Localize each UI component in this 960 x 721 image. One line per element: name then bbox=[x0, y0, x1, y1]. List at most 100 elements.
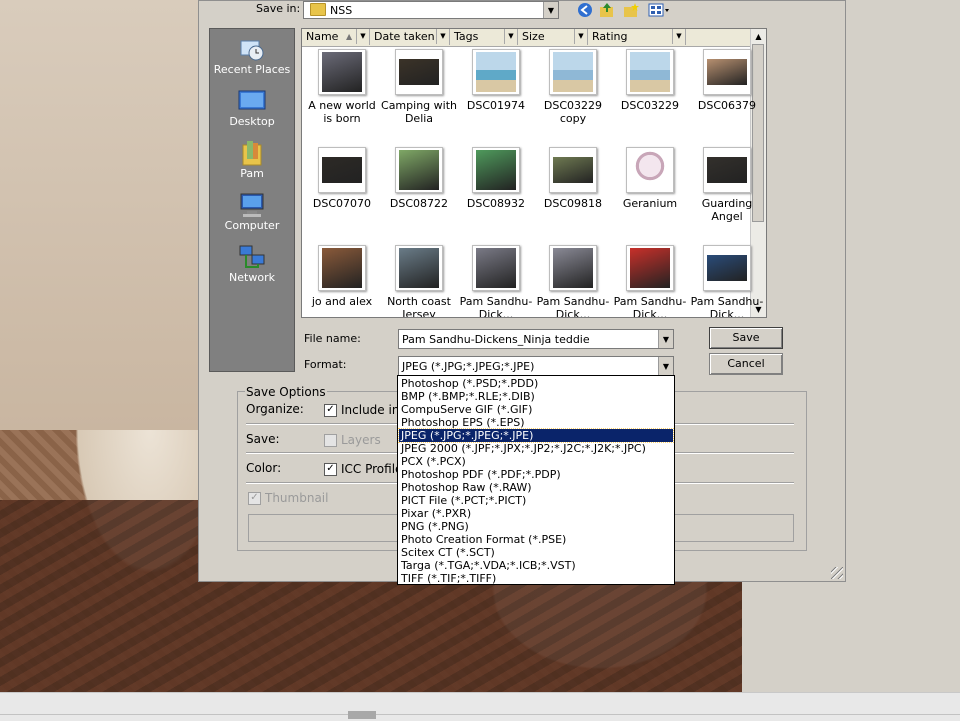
image-thumbnail bbox=[318, 147, 366, 193]
file-item[interactable]: Pam Sandhu-Dick... bbox=[458, 245, 534, 317]
format-option[interactable]: Pixar (*.PXR) bbox=[399, 507, 673, 520]
format-option[interactable]: CompuServe GIF (*.GIF) bbox=[399, 403, 673, 416]
format-value: JPEG (*.JPG;*.JPEG;*.JPE) bbox=[402, 360, 535, 373]
chevron-down-icon[interactable]: ▼ bbox=[356, 29, 369, 44]
column-tags[interactable]: Tags ▼ bbox=[450, 29, 518, 45]
file-item[interactable]: A new world is born bbox=[304, 49, 380, 125]
column-size[interactable]: Size ▼ bbox=[518, 29, 588, 45]
file-item[interactable]: DSC06379 bbox=[689, 49, 765, 112]
format-option[interactable]: PNG (*.PNG) bbox=[399, 520, 673, 533]
view-menu-icon[interactable] bbox=[647, 2, 671, 18]
file-item[interactable]: jo and alex bbox=[304, 245, 380, 308]
file-item[interactable]: DSC01974 bbox=[458, 49, 534, 112]
format-option[interactable]: Photo Creation Format (*.PSE) bbox=[399, 533, 673, 546]
image-thumbnail bbox=[549, 245, 597, 291]
file-item[interactable]: Geranium bbox=[612, 147, 688, 210]
image-thumbnail bbox=[626, 245, 674, 291]
layers-label: Layers bbox=[341, 433, 381, 447]
place-computer[interactable]: Computer bbox=[210, 191, 294, 232]
column-name[interactable]: Name ▲ ▼ bbox=[302, 29, 370, 45]
format-option[interactable]: PICT File (*.PCT;*.PICT) bbox=[399, 494, 673, 507]
file-item[interactable]: Pam Sandhu-Dick... bbox=[535, 245, 611, 317]
image-thumbnail bbox=[472, 245, 520, 291]
panel-collapse-handle[interactable] bbox=[348, 711, 376, 719]
file-name-text: DSC07070 bbox=[312, 197, 372, 210]
file-item[interactable]: DSC03229 copy bbox=[535, 49, 611, 125]
format-option[interactable]: Scitex CT (*.SCT) bbox=[399, 546, 673, 559]
format-option[interactable]: BMP (*.BMP;*.RLE;*.DIB) bbox=[399, 390, 673, 403]
chevron-down-icon[interactable]: ▼ bbox=[672, 29, 685, 44]
recent-places-icon bbox=[238, 35, 266, 63]
file-name-text: jo and alex bbox=[311, 295, 373, 308]
format-dropdown-list[interactable]: Photoshop (*.PSD;*.PDD) BMP (*.BMP;*.RLE;… bbox=[397, 375, 675, 585]
save-label: Save: bbox=[246, 432, 280, 446]
place-label: Pam bbox=[240, 167, 264, 180]
file-item[interactable]: North coast Jersey bbox=[381, 245, 457, 317]
image-thumbnail bbox=[703, 147, 751, 193]
format-option[interactable]: Photoshop (*.PSD;*.PDD) bbox=[399, 377, 673, 390]
file-item[interactable]: DSC07070 bbox=[304, 147, 380, 210]
file-item[interactable]: DSC03229 bbox=[612, 49, 688, 112]
back-icon[interactable] bbox=[577, 2, 593, 18]
cancel-button[interactable]: Cancel bbox=[709, 353, 783, 375]
image-thumbnail bbox=[472, 49, 520, 95]
image-thumbnail bbox=[626, 147, 674, 193]
file-item[interactable]: Guarding Angel bbox=[689, 147, 765, 223]
format-option[interactable]: Photoshop PDF (*.PDF;*.PDP) bbox=[399, 468, 673, 481]
format-label: Format: bbox=[304, 358, 347, 371]
thumbnail-checkbox[interactable]: ✓ bbox=[248, 492, 261, 505]
column-date-taken[interactable]: Date taken ▼ bbox=[370, 29, 450, 45]
file-item[interactable]: Pam Sandhu-Dick... bbox=[612, 245, 688, 317]
include-in-checkbox[interactable]: ✓ bbox=[324, 404, 337, 417]
image-thumbnail bbox=[703, 245, 751, 291]
format-option[interactable]: Photoshop Raw (*.RAW) bbox=[399, 481, 673, 494]
include-in-label: Include in bbox=[341, 403, 400, 417]
layers-checkbox[interactable] bbox=[324, 434, 337, 447]
chevron-down-icon[interactable]: ▼ bbox=[504, 29, 517, 44]
place-pam[interactable]: Pam bbox=[210, 139, 294, 180]
place-label: Recent Places bbox=[213, 63, 291, 76]
file-name-text: DSC09818 bbox=[543, 197, 603, 210]
bottom-panel-bar bbox=[0, 692, 960, 721]
format-option[interactable]: PCX (*.PCX) bbox=[399, 455, 673, 468]
place-recent-places[interactable]: Recent Places bbox=[210, 35, 294, 76]
new-folder-icon[interactable] bbox=[623, 2, 639, 18]
folder-icon bbox=[310, 3, 326, 16]
format-combo[interactable]: JPEG (*.JPG;*.JPEG;*.JPE) ▼ bbox=[398, 356, 674, 376]
up-folder-icon[interactable] bbox=[599, 2, 615, 18]
file-item[interactable]: Camping with Delia bbox=[381, 49, 457, 125]
format-option[interactable]: Targa (*.TGA;*.VDA;*.ICB;*.VST) bbox=[399, 559, 673, 572]
icc-profile-checkbox[interactable]: ✓ bbox=[324, 463, 337, 476]
file-item[interactable]: DSC08722 bbox=[381, 147, 457, 210]
file-name-combo[interactable]: Pam Sandhu-Dickens_Ninja teddie ▼ bbox=[398, 329, 674, 349]
chevron-down-icon[interactable]: ▼ bbox=[574, 29, 587, 44]
resize-grip-icon[interactable] bbox=[831, 567, 843, 579]
place-network[interactable]: Network bbox=[210, 243, 294, 284]
file-item[interactable]: DSC09818 bbox=[535, 147, 611, 210]
color-label: Color: bbox=[246, 461, 282, 475]
file-list-view[interactable]: Name ▲ ▼ Date taken ▼ Tags ▼ Size ▼ Rating ▼ ▲… bbox=[301, 28, 767, 318]
format-option[interactable]: JPEG 2000 (*.JPF;*.JPX;*.JP2;*.J2C;*.J2K… bbox=[399, 442, 673, 455]
image-thumbnail bbox=[472, 147, 520, 193]
chevron-down-icon[interactable]: ▼ bbox=[543, 2, 558, 18]
image-thumbnail bbox=[549, 49, 597, 95]
chevron-down-icon[interactable]: ▼ bbox=[658, 357, 673, 375]
scroll-up-icon[interactable]: ▲ bbox=[751, 29, 766, 44]
format-option[interactable]: TIFF (*.TIF;*.TIFF) bbox=[399, 572, 673, 585]
organize-label: Organize: bbox=[246, 402, 304, 416]
save-in-combo[interactable]: NSS ▼ bbox=[303, 1, 559, 19]
format-option[interactable]: JPEG (*.JPG;*.JPEG;*.JPE) bbox=[398, 428, 674, 443]
file-name-text: DSC01974 bbox=[466, 99, 526, 112]
sort-ascending-icon: ▲ bbox=[346, 32, 353, 41]
file-item[interactable]: DSC08932 bbox=[458, 147, 534, 210]
save-in-value: NSS bbox=[330, 4, 353, 17]
image-thumbnail bbox=[549, 147, 597, 193]
chevron-down-icon[interactable]: ▼ bbox=[436, 29, 449, 44]
save-button[interactable]: Save bbox=[709, 327, 783, 349]
format-option[interactable]: Photoshop EPS (*.EPS) bbox=[399, 416, 673, 429]
place-desktop[interactable]: Desktop bbox=[210, 87, 294, 128]
column-rating[interactable]: Rating ▼ bbox=[588, 29, 686, 45]
file-name-text: DSC03229 bbox=[620, 99, 680, 112]
file-item[interactable]: Pam Sandhu-Dick... bbox=[689, 245, 765, 317]
chevron-down-icon[interactable]: ▼ bbox=[658, 330, 673, 348]
